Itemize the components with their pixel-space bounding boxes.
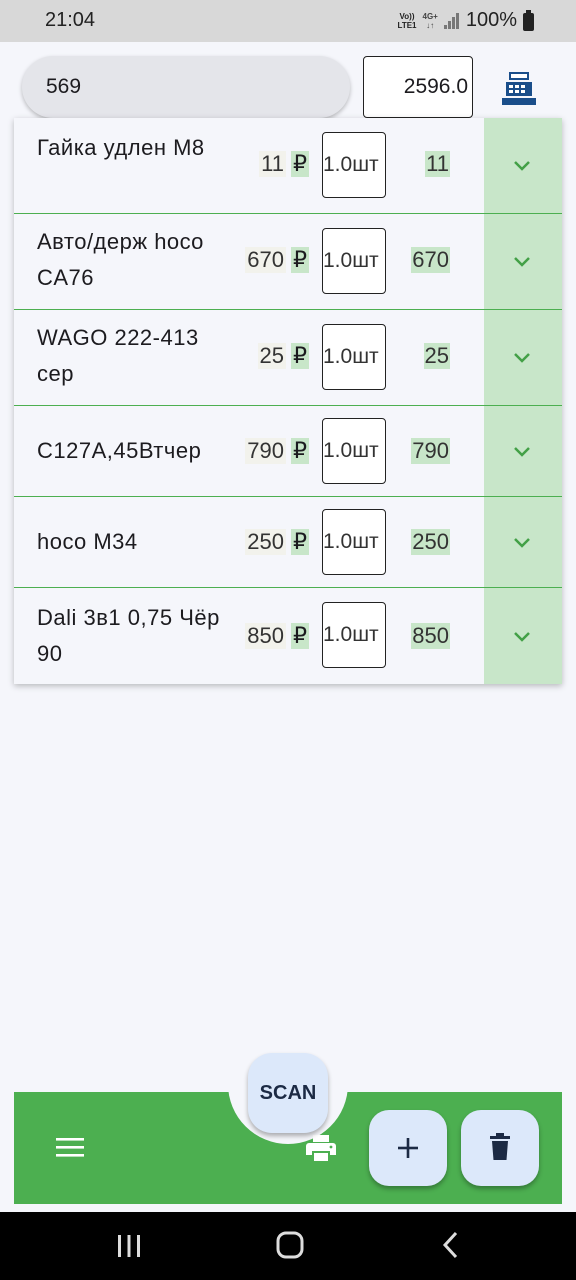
expand-button[interactable] — [484, 118, 562, 213]
item-price: 850 — [245, 623, 286, 649]
expand-button[interactable] — [484, 214, 562, 309]
list-item[interactable]: Авто/держ hoco CA76 670 ₽ 1.0шт 670 — [14, 214, 562, 310]
item-name: Dali 3в1 0,75 Чёр 90 — [37, 605, 220, 666]
quantity-unit: шт — [352, 623, 379, 646]
status-bar: 21:04 Vo)) LTE1 4G+ ↓↑ 100% — [0, 0, 576, 42]
network-type-indicator: 4G+ ↓↑ — [423, 12, 438, 30]
quantity-value: 1.0 — [323, 623, 353, 646]
item-sum: 25 — [423, 343, 450, 369]
quantity-unit: шт — [352, 345, 379, 368]
cash-register-icon[interactable] — [500, 70, 538, 106]
expand-button[interactable] — [484, 588, 562, 684]
add-button[interactable] — [369, 1110, 447, 1186]
print-icon[interactable] — [306, 1134, 336, 1162]
data-arrows-icon: ↓↑ — [426, 20, 435, 30]
quantity-field[interactable]: 1.0шт — [322, 324, 386, 390]
volte-label: Vo)) — [399, 11, 415, 21]
item-price: 790 — [245, 438, 286, 464]
list-item[interactable]: Гайка удлен М8 11 ₽ 1.0шт 11 — [14, 118, 562, 214]
item-name: Авто/держ hoco CA76 — [37, 229, 204, 290]
item-name: WAGO 222-413 сер — [37, 325, 199, 386]
currency-symbol: ₽ — [291, 343, 309, 369]
top-bar: 569 2596.0 — [0, 42, 576, 122]
expand-button[interactable] — [484, 310, 562, 405]
currency-symbol: ₽ — [291, 438, 309, 464]
status-time: 21:04 — [45, 9, 96, 31]
item-price: 250 — [245, 529, 286, 555]
search-input[interactable]: 569 — [22, 56, 350, 118]
quantity-field[interactable]: 1.0шт — [322, 228, 386, 294]
list-item[interactable]: Dali 3в1 0,75 Чёр 90 850 ₽ 1.0шт 850 — [14, 588, 562, 684]
network-type-label: 4G+ — [422, 11, 438, 21]
menu-icon[interactable] — [56, 1136, 84, 1158]
quantity-value: 1.0 — [323, 530, 353, 553]
chevron-down-icon — [514, 353, 530, 363]
delete-button[interactable] — [461, 1110, 539, 1186]
item-name: C127A,45Втчер — [37, 438, 202, 463]
volte-indicator: Vo)) LTE1 — [398, 12, 417, 30]
plus-icon — [398, 1138, 418, 1158]
battery-icon — [523, 9, 534, 31]
back-icon[interactable] — [441, 1231, 461, 1259]
quantity-field[interactable]: 1.0шт — [322, 132, 386, 198]
item-sum: 790 — [411, 438, 450, 464]
lte-label: LTE1 — [397, 20, 417, 30]
item-name: hoco M34 — [37, 529, 138, 554]
item-price: 25 — [257, 343, 286, 369]
expand-button[interactable] — [484, 406, 562, 496]
list-item[interactable]: hoco M34 250 ₽ 1.0шт 250 — [14, 497, 562, 588]
item-sum: 11 — [425, 151, 450, 177]
quantity-unit: шт — [352, 530, 379, 553]
quantity-value: 1.0 — [323, 439, 353, 462]
expand-button[interactable] — [484, 497, 562, 587]
status-icons: Vo)) LTE1 4G+ ↓↑ 100% — [398, 9, 534, 32]
quantity-field[interactable]: 1.0шт — [322, 509, 386, 575]
item-price: 670 — [245, 247, 286, 273]
system-nav-bar — [0, 1212, 576, 1280]
currency-symbol: ₽ — [291, 151, 309, 177]
trash-icon — [490, 1133, 510, 1160]
home-icon[interactable] — [276, 1231, 304, 1259]
list-item[interactable]: C127A,45Втчер 790 ₽ 1.0шт 790 — [14, 406, 562, 497]
quantity-field[interactable]: 1.0шт — [322, 602, 386, 668]
quantity-value: 1.0 — [323, 345, 353, 368]
quantity-unit: шт — [352, 153, 379, 176]
item-list: Гайка удлен М8 11 ₽ 1.0шт 11 Авто/держ h… — [14, 118, 562, 684]
item-sum: 850 — [411, 623, 450, 649]
signal-icon — [443, 12, 460, 29]
quantity-field[interactable]: 1.0шт — [322, 418, 386, 484]
currency-symbol: ₽ — [291, 623, 309, 649]
quantity-value: 1.0 — [323, 153, 353, 176]
chevron-down-icon — [514, 161, 530, 171]
quantity-unit: шт — [352, 439, 379, 462]
item-name: Гайка удлен М8 — [37, 135, 205, 160]
scan-button[interactable]: SCAN — [248, 1053, 328, 1133]
recent-apps-icon[interactable] — [116, 1234, 142, 1258]
chevron-down-icon — [514, 257, 530, 267]
item-price: 11 — [259, 151, 286, 177]
battery-percent: 100% — [465, 9, 517, 31]
total-field[interactable]: 2596.0 — [363, 56, 473, 118]
chevron-down-icon — [514, 538, 530, 548]
currency-symbol: ₽ — [291, 529, 309, 555]
item-sum: 250 — [411, 529, 450, 555]
chevron-down-icon — [514, 632, 530, 642]
item-sum: 670 — [411, 247, 450, 273]
quantity-value: 1.0 — [323, 249, 353, 272]
list-item[interactable]: WAGO 222-413 сер 25 ₽ 1.0шт 25 — [14, 310, 562, 406]
chevron-down-icon — [514, 447, 530, 457]
currency-symbol: ₽ — [291, 247, 309, 273]
quantity-unit: шт — [352, 249, 379, 272]
